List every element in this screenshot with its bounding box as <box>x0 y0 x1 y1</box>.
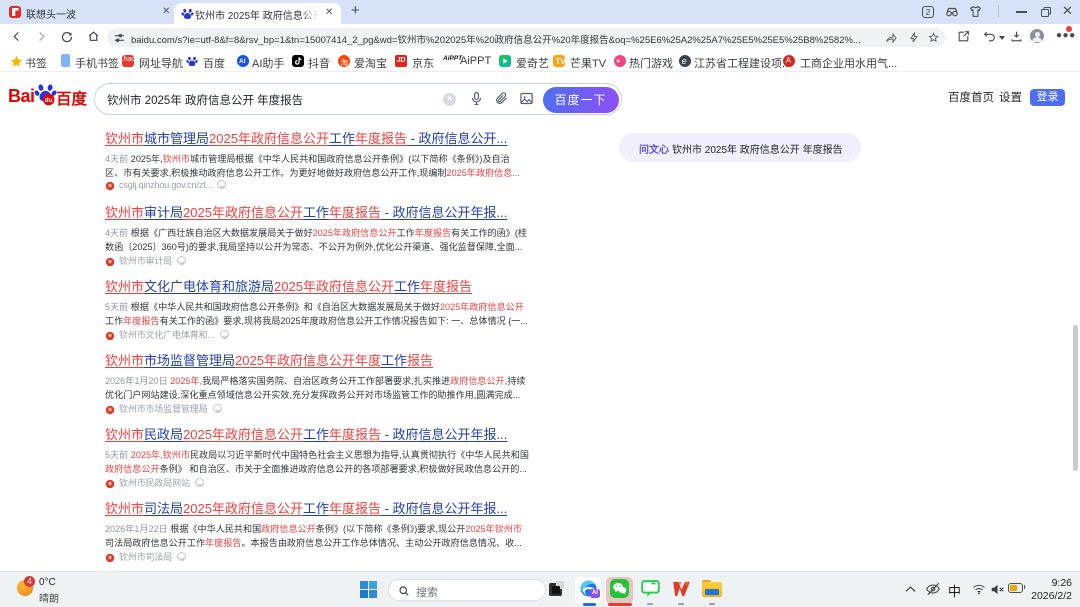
svg-text:du: du <box>45 97 53 104</box>
